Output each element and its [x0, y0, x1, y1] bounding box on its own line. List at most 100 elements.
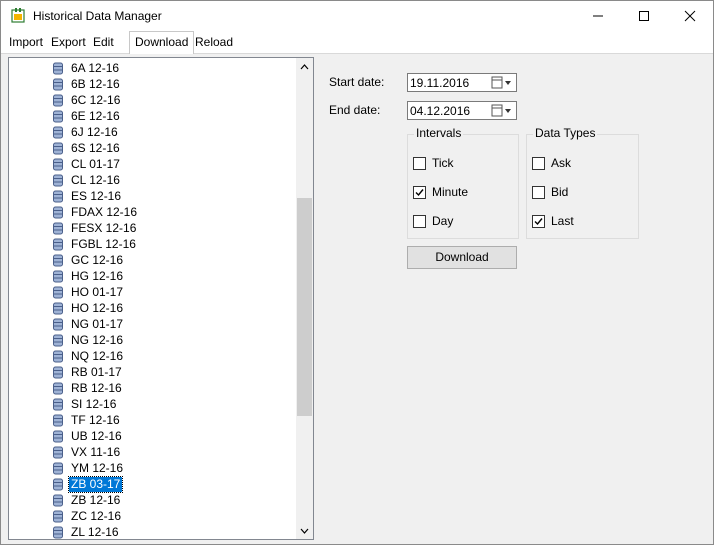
tab-import[interactable]: Import — [4, 33, 48, 52]
tree-item[interactable]: 6E 12-16 — [53, 108, 122, 124]
tree-item[interactable]: CL 12-16 — [53, 172, 122, 188]
checkbox-box[interactable] — [413, 185, 426, 199]
tab-reload[interactable]: Reload — [190, 33, 238, 52]
checkbox-label: Ask — [551, 156, 572, 170]
database-icon — [53, 494, 63, 506]
database-icon — [53, 110, 63, 122]
tree-item[interactable]: ZL 12-16 — [53, 524, 121, 539]
tree-item[interactable]: 6B 12-16 — [53, 76, 122, 92]
vertical-scrollbar[interactable] — [296, 58, 313, 539]
checkbox-last[interactable]: Last — [532, 213, 574, 229]
checkbox-box[interactable] — [532, 185, 545, 199]
checkbox-box[interactable] — [532, 156, 545, 170]
tab-edit[interactable]: Edit — [88, 33, 119, 52]
tree-item[interactable]: NG 01-17 — [53, 316, 125, 332]
tree-item[interactable]: UB 12-16 — [53, 428, 124, 444]
calendar-dropdown-icon[interactable] — [491, 104, 513, 118]
tree-item[interactable]: RB 12-16 — [53, 380, 124, 396]
tree-item[interactable]: 6S 12-16 — [53, 140, 122, 156]
tree-item[interactable]: FDAX 12-16 — [53, 204, 139, 220]
database-icon — [53, 142, 63, 154]
tree-item[interactable]: NG 12-16 — [53, 332, 125, 348]
checkbox-box[interactable] — [532, 214, 545, 228]
database-icon — [53, 318, 63, 330]
checkbox-label: Bid — [551, 185, 569, 199]
checkbox-ask[interactable]: Ask — [532, 155, 571, 171]
tree-item-label: TF 12-16 — [71, 412, 120, 427]
checkbox-tick[interactable]: Tick — [413, 155, 454, 171]
download-button[interactable]: Download — [407, 246, 517, 269]
calendar-dropdown-icon[interactable] — [491, 76, 513, 90]
tree-item[interactable]: GC 12-16 — [53, 252, 125, 268]
checkbox-label: Tick — [432, 156, 454, 170]
instrument-tree[interactable]: 6A 12-16 6B 12-16 6C 12-16 6E 12-16 6J 12-16… — [8, 57, 314, 540]
end-date-value: 04.12.2016 — [410, 104, 471, 118]
tree-item-label: NQ 12-16 — [71, 348, 124, 363]
database-icon — [53, 238, 63, 250]
tree-item[interactable]: CL 01-17 — [53, 156, 122, 172]
checkbox-minute[interactable]: Minute — [413, 184, 468, 200]
database-icon — [53, 126, 63, 138]
start-date-label: Start date: — [329, 75, 385, 89]
tree-item-label: NG 01-17 — [71, 316, 124, 331]
tree-item[interactable]: 6J 12-16 — [53, 124, 120, 140]
checkbox-label: Day — [432, 214, 454, 228]
minimize-button[interactable] — [575, 1, 621, 31]
tree-item[interactable]: ZC 12-16 — [53, 508, 123, 524]
tree-item-label: CL 01-17 — [71, 156, 120, 171]
database-icon — [53, 254, 63, 266]
tree-item[interactable]: FESX 12-16 — [53, 220, 138, 236]
tree-item[interactable]: YM 12-16 — [53, 460, 125, 476]
database-icon — [53, 174, 63, 186]
database-icon — [53, 446, 63, 458]
tree-item-label: 6S 12-16 — [71, 140, 120, 155]
scroll-thumb[interactable] — [297, 198, 312, 416]
tree-item[interactable]: HO 12-16 — [53, 300, 125, 316]
tree-item[interactable]: ZB 03-17 — [53, 475, 124, 493]
checkbox-label: Minute — [432, 185, 469, 199]
start-date-picker[interactable]: 19.11.2016 — [407, 73, 517, 92]
checkbox-bid[interactable]: Bid — [532, 184, 568, 200]
tree-item[interactable]: HG 12-16 — [53, 268, 125, 284]
tree-item[interactable]: TF 12-16 — [53, 412, 122, 428]
checkbox-day[interactable]: Day — [413, 213, 453, 229]
tree-item-label: UB 12-16 — [71, 428, 122, 443]
database-icon — [53, 430, 63, 442]
tree-item[interactable]: FGBL 12-16 — [53, 236, 138, 252]
database-icon — [53, 206, 63, 218]
database-icon — [53, 190, 63, 202]
database-icon — [53, 478, 63, 490]
close-button[interactable] — [667, 1, 713, 31]
tab-export[interactable]: Export — [46, 33, 91, 52]
tree-item-label: SI 12-16 — [71, 396, 117, 411]
tree-item-label: FDAX 12-16 — [71, 204, 138, 219]
tree-item[interactable]: 6A 12-16 — [53, 60, 121, 76]
scroll-down-button[interactable] — [296, 522, 313, 539]
database-icon — [53, 94, 63, 106]
checkbox-label: Last — [551, 214, 574, 228]
tab-download[interactable]: Download — [129, 31, 195, 54]
database-icon — [53, 302, 63, 314]
database-icon — [53, 526, 63, 538]
tree-item-label: 6E 12-16 — [71, 108, 120, 123]
checkbox-box[interactable] — [413, 156, 426, 170]
tree-item-label: 6C 12-16 — [71, 92, 121, 107]
tree-item[interactable]: SI 12-16 — [53, 396, 118, 412]
tree-item[interactable]: VX 11-16 — [53, 444, 122, 460]
end-date-picker[interactable]: 04.12.2016 — [407, 101, 517, 120]
end-date-label: End date: — [329, 103, 381, 117]
tree-item[interactable]: 6C 12-16 — [53, 92, 122, 108]
tree-item[interactable]: HO 01-17 — [53, 284, 125, 300]
close-icon — [684, 10, 696, 22]
tree-item[interactable]: ES 12-16 — [53, 188, 123, 204]
intervals-title: Intervals — [414, 126, 464, 140]
tree-item-label: HG 12-16 — [71, 268, 124, 283]
tree-item[interactable]: NQ 12-16 — [53, 348, 125, 364]
tree-item[interactable]: ZB 12-16 — [53, 492, 122, 508]
scroll-up-button[interactable] — [296, 58, 313, 75]
tree-item-label: RB 01-17 — [71, 364, 122, 379]
checkbox-box[interactable] — [413, 214, 426, 228]
tree-item-label: ZB 12-16 — [71, 492, 121, 507]
tree-item[interactable]: RB 01-17 — [53, 364, 124, 380]
maximize-button[interactable] — [621, 1, 667, 31]
